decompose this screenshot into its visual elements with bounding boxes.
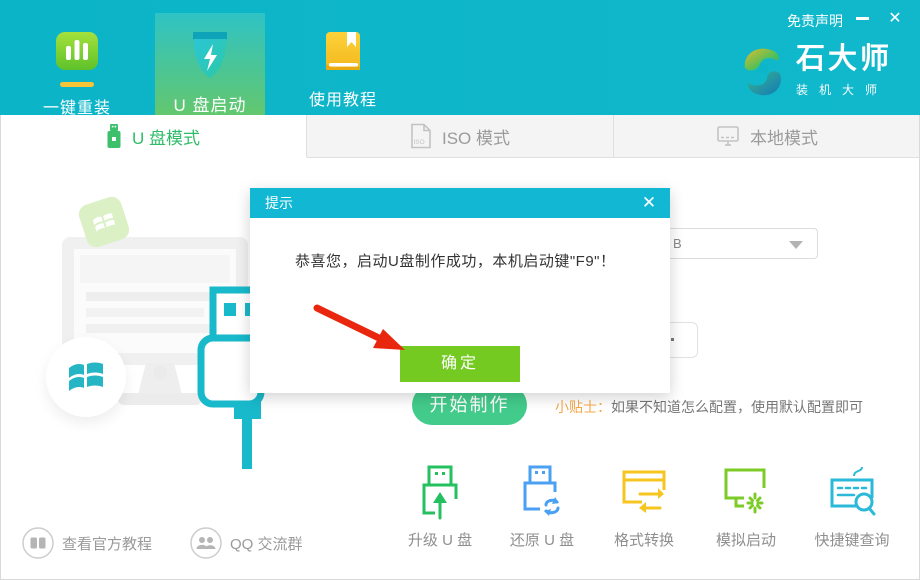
tab-iso-mode[interactable]: ISO ISO 模式 [307, 115, 614, 158]
group-circle-icon [190, 527, 222, 559]
tip-prefix: 小贴士： [555, 399, 611, 415]
windows-circle-badge [46, 337, 126, 417]
tab-label: U 盘模式 [132, 124, 200, 149]
tool-label: 模拟启动 [698, 529, 794, 550]
usb-upgrade-icon [416, 464, 464, 520]
nav-item-tutorial[interactable]: 使用教程 [296, 30, 390, 110]
screen-line [86, 308, 204, 317]
tip-line: 小贴士：如果不知道怎么配置，使用默认配置即可 [555, 397, 863, 417]
tab-label: 本地模式 [750, 124, 818, 149]
monitor-icon [716, 124, 740, 148]
minimize-icon [856, 17, 869, 20]
monitor-dot [153, 366, 167, 380]
tab-local-mode[interactable]: 本地模式 [614, 115, 920, 158]
nav-item-label: U 盘启动 [155, 91, 265, 116]
app-window: B 开始制作 小贴士：如果不知道怎么配置，使用默认配置即可 查看官方教程 QQ … [0, 0, 920, 580]
nav-item-reinstall[interactable]: 一键重装 [35, 30, 119, 118]
monitor-base [118, 393, 202, 405]
tool-format-convert[interactable]: 格式转换 [596, 464, 692, 550]
clipped-text [671, 338, 674, 341]
nav-item-label: 使用教程 [296, 86, 390, 110]
brand-logo: 石大师 装机大师 [740, 44, 892, 102]
success-dialog: 提示 ✕ 恭喜您，启动U盘制作成功，本机启动键"F9"！ 确定 [250, 188, 670, 393]
iso-file-icon: ISO [410, 123, 432, 149]
qq-group-link[interactable]: QQ 交流群 [190, 527, 303, 559]
svg-text:ISO: ISO [413, 139, 424, 146]
chevron-down-icon [789, 241, 803, 249]
brand-text: 石大师 装机大师 [796, 44, 892, 98]
chart-bars-icon [53, 30, 101, 74]
minimize-button[interactable] [851, 8, 873, 30]
dialog-close-icon[interactable]: ✕ [638, 190, 660, 216]
close-button[interactable]: ✕ [884, 8, 906, 30]
shield-bolt-icon [189, 30, 231, 80]
tool-restore-usb[interactable]: 还原 U 盘 [494, 464, 590, 550]
tool-label: 还原 U 盘 [494, 529, 590, 550]
brand-name: 石大师 [796, 44, 892, 74]
disclaimer-link[interactable]: 免责声明 [787, 11, 843, 31]
dialog-message: 恭喜您，启动U盘制作成功，本机启动键"F9"！ [295, 250, 616, 271]
tool-simulate-boot[interactable]: 模拟启动 [698, 464, 794, 550]
tip-text: 如果不知道怎么配置，使用默认配置即可 [611, 399, 863, 415]
ok-button[interactable]: 确定 [400, 346, 520, 382]
open-book-circle-icon [22, 527, 54, 559]
tool-label: 快捷键查询 [804, 529, 900, 550]
tool-upgrade-usb[interactable]: 升级 U 盘 [392, 464, 488, 550]
format-convert-icon [620, 464, 668, 520]
brand-subtitle: 装机大师 [796, 81, 892, 98]
simulate-boot-icon [722, 464, 770, 520]
usb-device-select-value: B [673, 236, 682, 251]
nav-item-label: 一键重装 [35, 94, 119, 118]
screen-content-block [80, 255, 230, 283]
header-bar: 一键重装 U 盘启动 使用教程 免责声明 [0, 0, 920, 115]
tool-label: 升级 U 盘 [392, 529, 488, 550]
book-icon [320, 30, 366, 74]
qq-group-label: QQ 交流群 [230, 533, 303, 554]
brand-logo-icon [740, 44, 786, 102]
official-tutorial-link[interactable]: 查看官方教程 [22, 527, 152, 559]
tool-label: 格式转换 [596, 529, 692, 550]
icon-base-bar [60, 82, 94, 87]
tool-hotkey-query[interactable]: 快捷键查询 [804, 464, 900, 550]
official-tutorial-label: 查看官方教程 [62, 533, 152, 554]
tab-usb-mode[interactable]: U 盘模式 [0, 115, 307, 158]
windows-flag-icon [65, 356, 107, 398]
windows-flag-small-icon [89, 207, 119, 237]
usb-drive-icon [106, 123, 122, 149]
hotkey-search-icon [828, 464, 876, 520]
usb-restore-icon [518, 464, 566, 520]
mode-tabs: U 盘模式 ISO ISO 模式 本地模式 [0, 115, 920, 158]
nav-item-usb-boot[interactable]: U 盘启动 [155, 13, 265, 115]
dialog-titlebar[interactable]: 提示 [250, 188, 670, 218]
tab-label: ISO 模式 [442, 124, 510, 149]
